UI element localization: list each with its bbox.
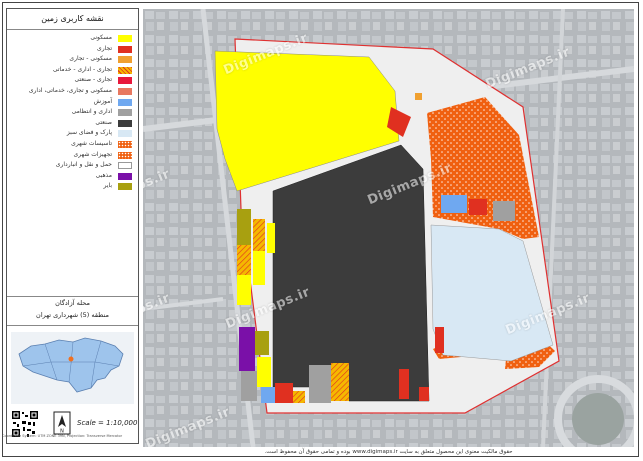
land-use-map: Digimaps.ir Digimaps.ir Digimaps.ir Digi…: [143, 9, 634, 447]
map-canvas: [143, 9, 634, 447]
divider: [7, 296, 138, 297]
commercial-lot: [399, 369, 409, 399]
legend-label: تجهیزات شهری: [73, 150, 112, 158]
district-name: منطقه (5) شهرداری تهران: [36, 311, 109, 319]
legend-swatch: [118, 119, 132, 127]
divider: [7, 325, 138, 326]
education-lot: [441, 195, 467, 213]
neighborhood-name: محله آزادگان: [55, 299, 90, 307]
legend-swatch: [118, 87, 132, 95]
coordinate-credits: Coordinate System: UTM ZONE 39N, Project…: [2, 434, 123, 438]
administrative-lot: [241, 371, 257, 401]
legend-title: نقشه کاربری زمین: [7, 9, 138, 30]
legend-item: مذهبی: [7, 171, 138, 182]
legend-swatch: [118, 151, 132, 159]
legend-item: تاسیسات شهری: [7, 139, 138, 150]
commercial-lot: [419, 387, 429, 401]
legend-item: آموزش: [7, 97, 138, 108]
scale-label: Scale = 1:10,000: [77, 419, 138, 427]
legend-item: صنعتی: [7, 118, 138, 129]
legend-label: آموزش: [93, 97, 112, 105]
legend-swatch: [118, 56, 132, 64]
legend-item: بایر: [7, 181, 138, 192]
copyright-note: حقوق مالکیت معنوی این محصول متعلق به سای…: [264, 449, 513, 455]
administrative-lot: [309, 365, 331, 403]
locator-map: [11, 332, 134, 404]
legend-swatch: [118, 98, 132, 106]
legend-item: حمل و نقل و انبارداری: [7, 160, 138, 171]
legend-swatch: [118, 45, 132, 53]
legend-swatch: [118, 35, 132, 42]
commercial-lot: [469, 199, 487, 215]
legend-label: تاسیسات شهری: [71, 139, 112, 147]
legend-swatch: [118, 66, 132, 74]
legend-item: تجاری - اداری - خدماتی: [7, 65, 138, 76]
legend-label: بایر: [103, 182, 112, 190]
commercial-office-lot: [331, 363, 349, 401]
legend-label: تجاری - صنعتی: [74, 76, 112, 84]
location-marker: [68, 356, 74, 362]
legend-item: تجاری - صنعتی: [7, 75, 138, 86]
legend-label: تجاری - اداری - خدماتی: [52, 65, 112, 73]
commercial-office-lot: [237, 245, 251, 275]
commercial-office-lot: [293, 391, 305, 403]
legend-swatch: [118, 109, 132, 117]
legend-swatch: [118, 77, 132, 85]
legend-item: مسکونی: [7, 33, 138, 44]
legend-item: تجهیزات شهری: [7, 150, 138, 161]
commercial-lot: [275, 383, 293, 403]
legend-label: حمل و نقل و انبارداری: [55, 161, 112, 169]
residential-lot: [267, 223, 275, 253]
commercial-office-lot: [253, 219, 265, 251]
legend-swatch: [118, 162, 132, 170]
legend-label: تجاری: [97, 44, 112, 52]
commercial-lot: [435, 327, 444, 353]
legend-panel: نقشه کاربری زمین مسکونی تجاری مسکونی - تجا…: [6, 8, 139, 444]
religious-lot: [239, 327, 255, 371]
legend-item: تجاری: [7, 44, 138, 55]
legend-item: پارک و فضای سبز: [7, 128, 138, 139]
mixed-use-lot: [415, 93, 422, 100]
administrative-lot: [493, 201, 515, 221]
legend-label: پارک و فضای سبز: [66, 129, 112, 137]
vacant-lot: [237, 209, 251, 245]
legend-item: مسکونی - تجاری: [7, 54, 138, 65]
locator-map-graphic: [11, 332, 134, 404]
legend-list: مسکونی تجاری مسکونی - تجاری تجاری - اداری -…: [7, 33, 138, 192]
legend-swatch: [118, 172, 132, 180]
residential-lot: [257, 357, 271, 387]
north-arrow-icon: N: [53, 411, 71, 435]
legend-label: صنعتی: [95, 118, 112, 126]
legend-swatch: [118, 140, 132, 148]
legend-label: مسکونی - تجاری: [69, 55, 112, 63]
legend-label: مسکونی: [90, 34, 112, 41]
education-lot: [261, 387, 275, 403]
legend-label: مذهبی: [95, 171, 112, 179]
vacant-lot: [255, 331, 269, 355]
legend-item: اداری و انتظامی: [7, 107, 138, 118]
legend-label: مسکونی و تجاری، خدماتی، اداری: [28, 86, 112, 94]
residential-lot: [253, 251, 265, 285]
residential-lot: [237, 275, 251, 305]
legend-swatch: [118, 183, 132, 191]
legend-item: مسکونی و تجاری، خدماتی، اداری: [7, 86, 138, 97]
legend-label: اداری و انتظامی: [71, 108, 112, 116]
legend-swatch: [118, 130, 132, 138]
